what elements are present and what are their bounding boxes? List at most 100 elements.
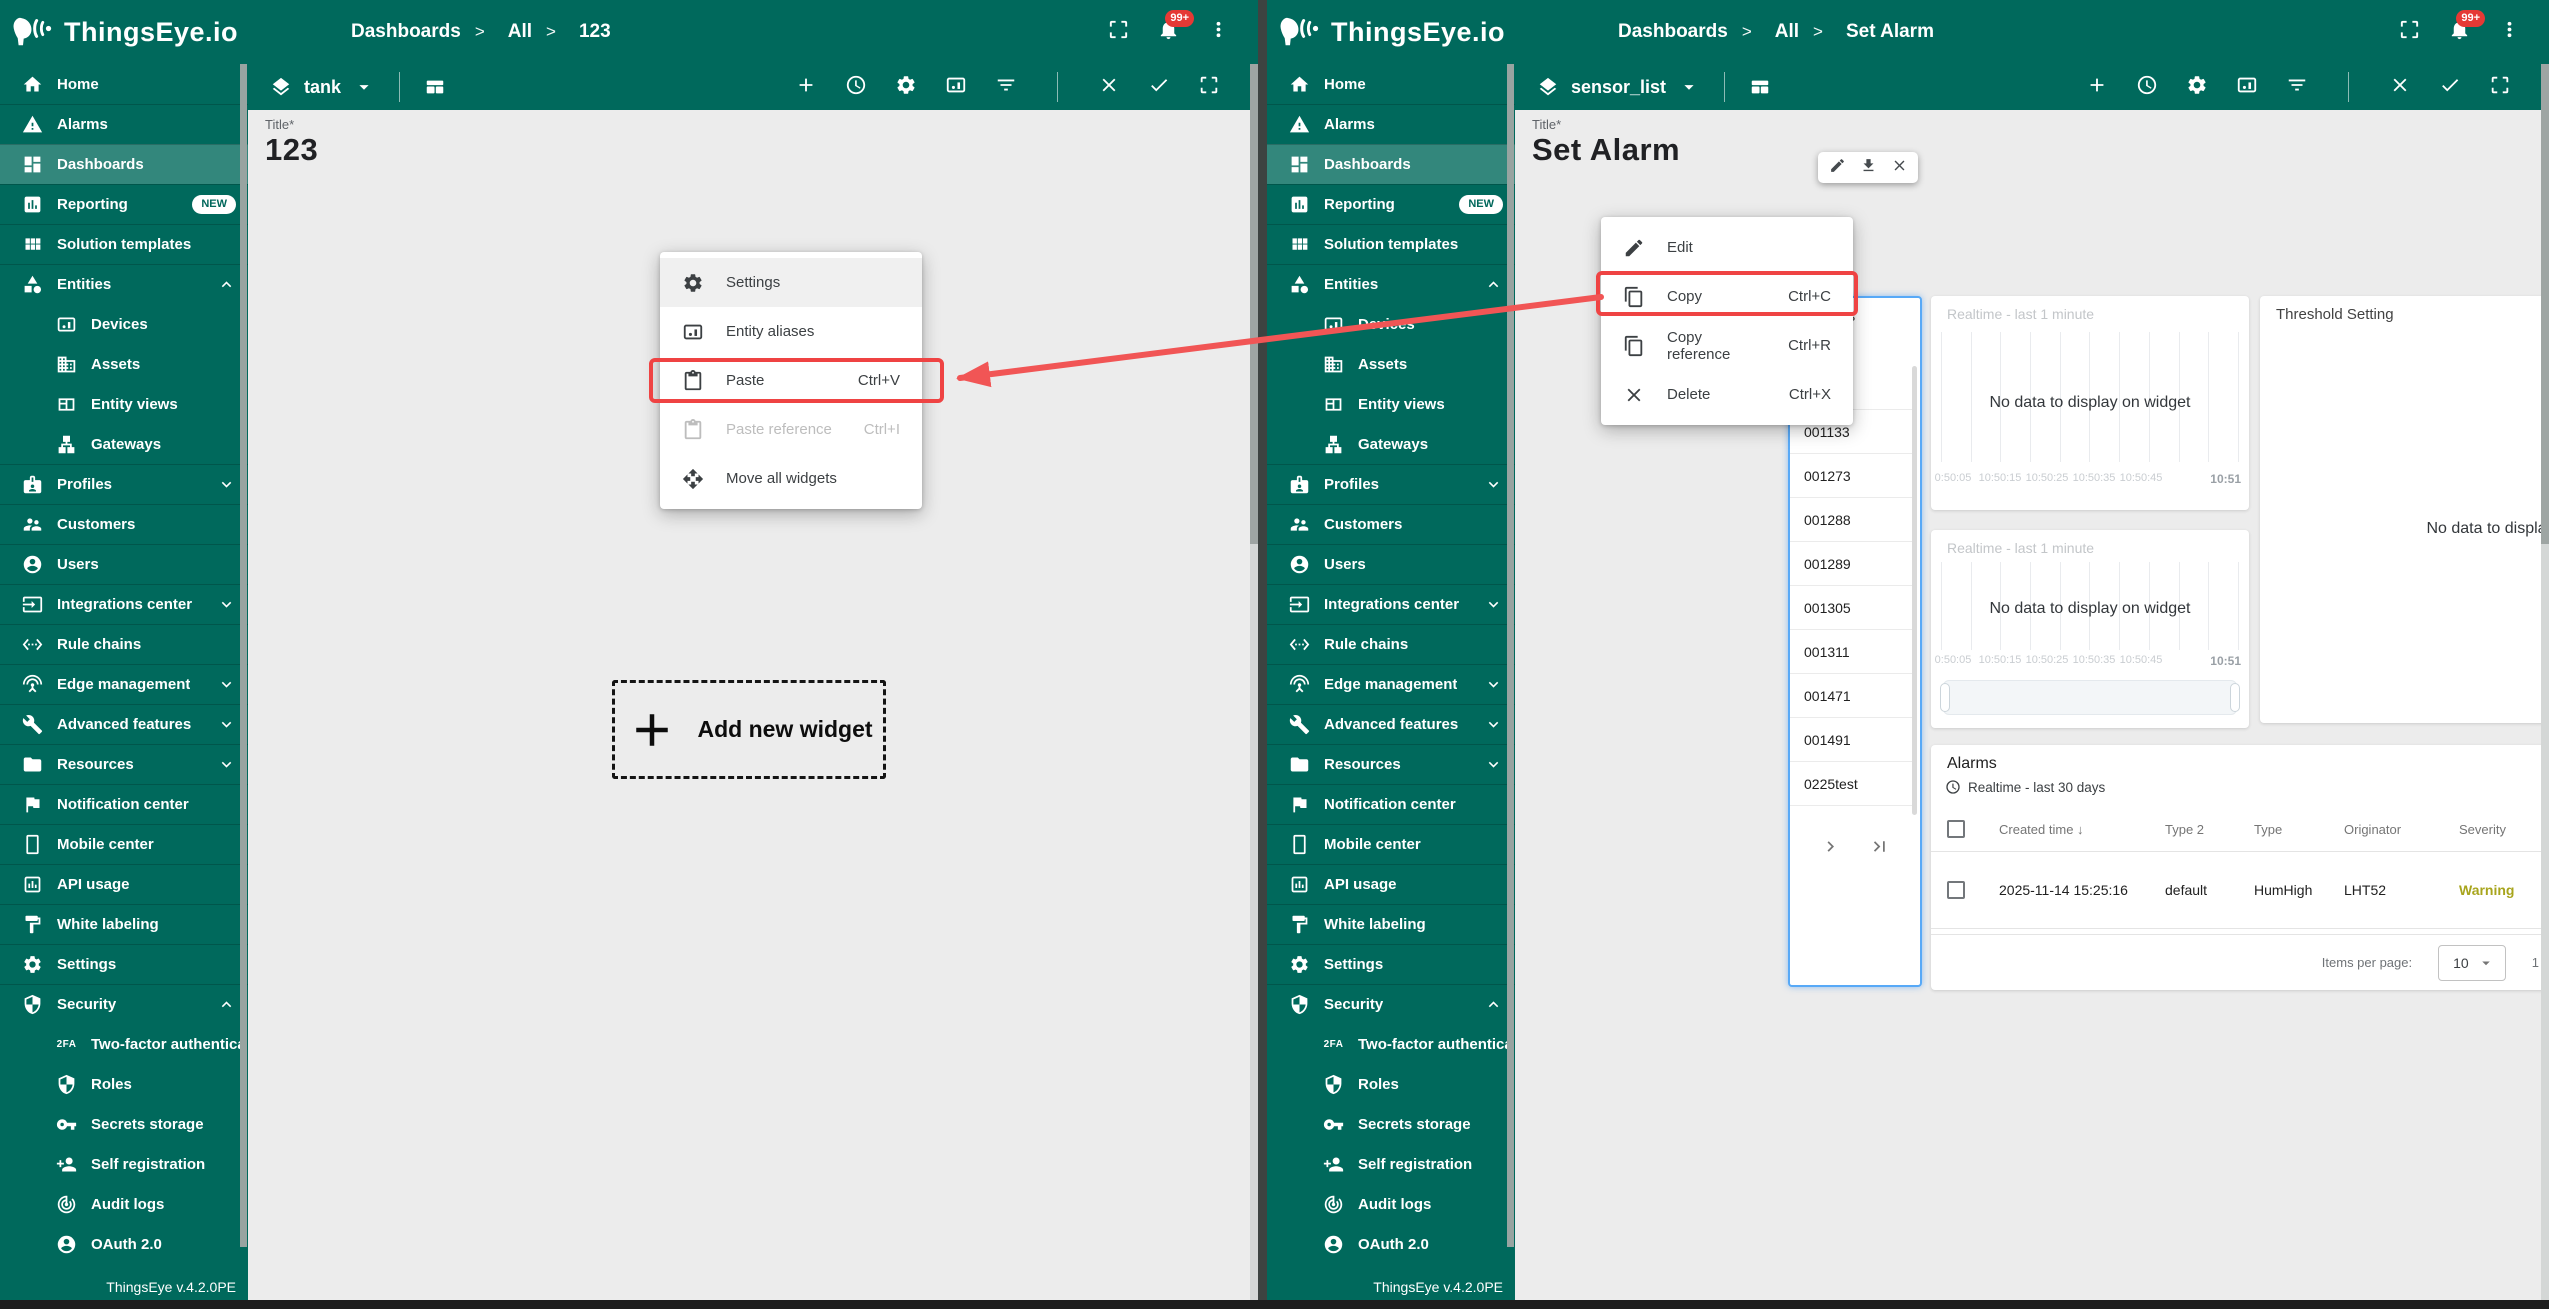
sidebar-item-rule-chains[interactable]: Rule chains [0,624,248,664]
sidebar-item-alarms[interactable]: Alarms [0,104,248,144]
entity-row[interactable]: 001288 [1790,498,1914,542]
column-header-created-time[interactable]: Created time ↓ [1983,822,2149,837]
menu-item-paste[interactable]: Paste Ctrl+V [660,356,922,405]
sidebar-item-self-registration[interactable]: Self registration [1267,1144,1515,1184]
breadcrumb-item-dashboards[interactable]: Dashboards [1609,21,1728,43]
sidebar-item-devices[interactable]: Devices [0,304,248,344]
sidebar-scrollbar[interactable] [1507,64,1514,1247]
more-vert-button[interactable] [1207,18,1230,46]
alarms-widget[interactable]: Alarms Realtime - last 30 days Created t… [1931,745,2549,990]
slider-handle-left[interactable] [1940,683,1950,712]
threshold-widget[interactable]: Threshold Setting No data to display on … [2260,296,2549,723]
sidebar-item-two-factor-authenticati[interactable]: 2FATwo-factor authenticati… [0,1024,248,1064]
history-button[interactable] [2136,74,2158,101]
filter-button[interactable] [995,74,1017,101]
sidebar-item-devices[interactable]: Devices [1267,304,1515,344]
sidebar-item-home[interactable]: Home [1267,64,1515,104]
next-page-icon[interactable] [1820,836,1841,857]
sidebar-item-api-usage[interactable]: API usage [0,864,248,904]
caret-down-icon[interactable] [1678,76,1700,98]
fullscreen-button[interactable] [2398,18,2421,46]
menu-item-move-all-widgets[interactable]: Move all widgets [660,454,922,503]
sidebar-item-white-labeling[interactable]: White labeling [0,904,248,944]
sidebar-item-roles[interactable]: Roles [0,1064,248,1104]
sidebar-item-advanced-features[interactable]: Advanced features [1267,704,1515,744]
sidebar-item-notification-center[interactable]: Notification center [0,784,248,824]
sidebar-item-roles[interactable]: Roles [1267,1064,1515,1104]
sidebar-item-gateways[interactable]: Gateways [1267,424,1515,464]
breadcrumb-item-set-alarm[interactable]: Set Alarm [1837,21,1934,43]
column-header-type[interactable]: Type [2238,822,2328,837]
close-button[interactable] [2389,74,2411,101]
sidebar-item-two-factor-authenticati[interactable]: 2FATwo-factor authenticati… [1267,1024,1515,1064]
entity-aliases-button[interactable] [945,74,967,101]
fullscreen-button[interactable] [1198,74,1220,101]
check-button[interactable] [2439,74,2461,101]
sidebar-item-solution-templates[interactable]: Solution templates [1267,224,1515,264]
menu-item-delete[interactable]: Delete Ctrl+X [1601,370,1853,419]
entity-row[interactable]: 0225test [1790,762,1914,806]
last-page-icon[interactable] [1869,836,1890,857]
sidebar-item-mobile-center[interactable]: Mobile center [1267,824,1515,864]
menu-item-paste-reference[interactable]: Paste reference Ctrl+I [660,405,922,454]
column-header-type-2[interactable]: Type 2 [2149,822,2238,837]
sidebar-item-solution-templates[interactable]: Solution templates [0,224,248,264]
sidebar-item-secrets-storage[interactable]: Secrets storage [0,1104,248,1144]
sidebar-item-profiles[interactable]: Profiles [0,464,248,504]
breadcrumb-item-all[interactable]: All [499,21,532,43]
app-logo[interactable]: ThingsEye.io [0,17,250,48]
menu-item-settings[interactable]: Settings [660,258,922,307]
sidebar-item-integrations-center[interactable]: Integrations center [0,584,248,624]
entity-row[interactable]: 001273 [1790,454,1914,498]
sidebar-item-rule-chains[interactable]: Rule chains [1267,624,1515,664]
column-header-severity[interactable]: Severity [2443,822,2544,837]
sidebar-item-reporting[interactable]: ReportingNEW [0,184,248,224]
chart-widget-bottom[interactable]: Realtime - last 1 minute No data to disp… [1931,530,2249,728]
menu-item-entity-aliases[interactable]: Entity aliases [660,307,922,356]
sidebar-item-entities[interactable]: Entities [0,264,248,304]
breadcrumb-item-123[interactable]: 123 [570,21,611,43]
sidebar-item-audit-logs[interactable]: Audit logs [0,1184,248,1224]
row-checkbox[interactable] [1947,881,1965,899]
sidebar-item-resources[interactable]: Resources [0,744,248,784]
sidebar-scrollbar[interactable] [240,64,247,1247]
edit-widget-button[interactable] [1829,157,1846,179]
add-new-widget-button[interactable]: Add new widget [612,680,886,779]
sidebar-item-dashboards[interactable]: Dashboards [1267,144,1515,184]
check-button[interactable] [1148,74,1170,101]
entity-select[interactable]: sensor_list [1571,77,1666,98]
sidebar-item-assets[interactable]: Assets [0,344,248,384]
history-button[interactable] [845,74,867,101]
sidebar-item-entities[interactable]: Entities [1267,264,1515,304]
sidebar-item-api-usage[interactable]: API usage [1267,864,1515,904]
sidebar-item-white-labeling[interactable]: White labeling [1267,904,1515,944]
entity-row[interactable]: 001311 [1790,630,1914,674]
layout-icon[interactable] [424,76,446,98]
sidebar-item-assets[interactable]: Assets [1267,344,1515,384]
sidebar-item-entity-views[interactable]: Entity views [1267,384,1515,424]
sidebar-item-users[interactable]: Users [0,544,248,584]
column-header-originator[interactable]: Originator [2328,822,2443,837]
fullscreen-button[interactable] [2489,74,2511,101]
notifications-button[interactable]: 99+ [2448,18,2471,46]
entities-scrollbar[interactable] [1912,366,1917,815]
fullscreen-button[interactable] [1107,18,1130,46]
sidebar-item-settings[interactable]: Settings [1267,944,1515,984]
sidebar-item-home[interactable]: Home [0,64,248,104]
sidebar-item-customers[interactable]: Customers [0,504,248,544]
app-logo[interactable]: ThingsEye.io [1267,17,1517,48]
breadcrumb-item-all[interactable]: All [1766,21,1799,43]
sidebar-item-gateways[interactable]: Gateways [0,424,248,464]
sidebar-item-edge-management[interactable]: Edge management [1267,664,1515,704]
chart-widget-top[interactable]: Realtime - last 1 minute No data to disp… [1931,296,2249,510]
entity-row[interactable]: 001305 [1790,586,1914,630]
select-all-checkbox[interactable] [1947,820,1965,838]
close-button[interactable] [1098,74,1120,101]
entity-select[interactable]: tank [304,77,341,98]
alarms-timewindow[interactable]: Realtime - last 30 days [1945,779,2105,795]
caret-down-icon[interactable] [353,76,375,98]
download-widget-button[interactable] [1860,157,1877,179]
time-range-slider[interactable] [1943,680,2237,715]
sidebar-item-mobile-center[interactable]: Mobile center [0,824,248,864]
sidebar-item-integrations-center[interactable]: Integrations center [1267,584,1515,624]
